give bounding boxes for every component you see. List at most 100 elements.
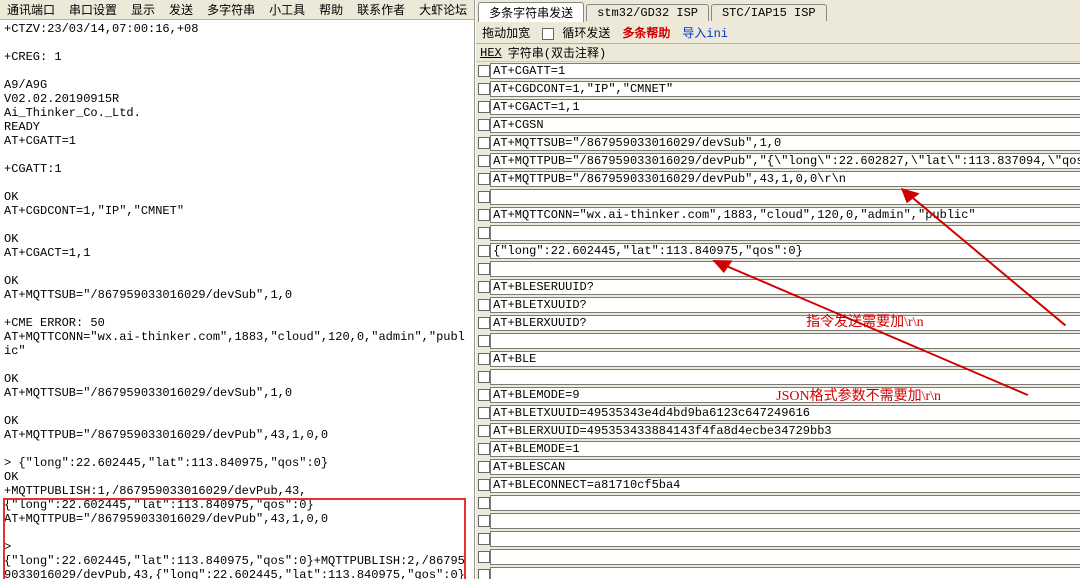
command-row: AT+BLETXUUID=49535343e4d4bd9ba6123c64724… <box>478 404 1080 422</box>
row-input[interactable] <box>490 369 1080 385</box>
menu-item[interactable]: 帮助 <box>314 1 348 18</box>
command-row: AT+CGATT=1 <box>478 62 1080 80</box>
outer-tab[interactable]: stm32/GD32 ISP <box>586 4 709 21</box>
row-input[interactable]: AT+BLEMODE=1 <box>490 441 1080 457</box>
row-checkbox[interactable] <box>478 443 490 455</box>
row-input[interactable]: {"long":22.602445,"lat":113.840975,"qos"… <box>490 243 1080 259</box>
dragwide-label: 拖动加宽 <box>482 24 530 41</box>
row-checkbox[interactable] <box>478 245 490 257</box>
menu-item[interactable]: 通讯端口 <box>2 1 60 18</box>
row-checkbox[interactable] <box>478 101 490 113</box>
right-pane: 多条字符串发送stm32/GD32 ISPSTC/IAP15 ISP 拖动加宽 … <box>475 0 1080 579</box>
row-checkbox[interactable] <box>478 515 490 527</box>
row-input[interactable]: AT+BLECONNECT=a81710cf5ba4 <box>490 477 1080 493</box>
row-input[interactable]: AT+BLETXUUID? <box>490 297 1080 313</box>
row-checkbox[interactable] <box>478 371 490 383</box>
row-input[interactable]: AT+BLERXUUID=495353433884143f4fa8d4ecbe3… <box>490 423 1080 439</box>
row-input[interactable]: AT+BLESERUUID? <box>490 279 1080 295</box>
menu-item[interactable]: 大虾论坛 <box>414 1 472 18</box>
row-input[interactable] <box>490 549 1080 565</box>
menu-item[interactable]: 显示 <box>126 1 160 18</box>
outer-tab[interactable]: STC/IAP15 ISP <box>711 4 827 21</box>
import-ini-link[interactable]: 导入ini <box>682 24 728 41</box>
row-input[interactable]: AT+MQTTPUB="/867959033016029/devPub",43,… <box>490 171 1080 187</box>
row-checkbox[interactable] <box>478 533 490 545</box>
row-input[interactable]: AT+BLERXUUID? <box>490 315 1080 331</box>
command-row: AT+MQTTCONN="wx.ai-thinker.com",1883,"cl… <box>478 206 1080 224</box>
row-input[interactable] <box>490 333 1080 349</box>
header-row: HEX 字符串(双击注释) 点 <box>476 44 1080 62</box>
row-checkbox[interactable] <box>478 569 490 579</box>
row-input[interactable]: AT+CGATT=1 <box>490 63 1080 79</box>
row-checkbox[interactable] <box>478 209 490 221</box>
menu-item[interactable]: 小工具 <box>264 1 310 18</box>
row-checkbox[interactable] <box>478 389 490 401</box>
row-checkbox[interactable] <box>478 425 490 437</box>
command-row <box>478 188 1080 206</box>
command-row <box>478 566 1080 579</box>
row-checkbox[interactable] <box>478 353 490 365</box>
row-checkbox[interactable] <box>478 497 490 509</box>
row-checkbox[interactable] <box>478 407 490 419</box>
multi-help-link[interactable]: 多条帮助 <box>622 24 670 41</box>
menu-item[interactable]: 串口设置 <box>64 1 122 18</box>
command-row: AT+BLERXUUID=495353433884143f4fa8d4ecbe3… <box>478 422 1080 440</box>
row-input[interactable]: AT+MQTTCONN="wx.ai-thinker.com",1883,"cl… <box>490 207 1080 223</box>
row-input[interactable]: AT+MQTTSUB="/867959033016029/devSub",1,0 <box>490 135 1080 151</box>
command-row <box>478 494 1080 512</box>
row-input[interactable] <box>490 531 1080 547</box>
row-input[interactable]: AT+BLETXUUID=49535343e4d4bd9ba6123c64724… <box>490 405 1080 421</box>
row-checkbox[interactable] <box>478 299 490 311</box>
command-row: AT+BLECONNECT=a81710cf5ba4 <box>478 476 1080 494</box>
command-row: AT+CGDCONT=1,"IP","CMNET" <box>478 80 1080 98</box>
menu-item[interactable]: 联系作者 <box>352 1 410 18</box>
row-checkbox[interactable] <box>478 227 490 239</box>
row-input[interactable] <box>490 225 1080 241</box>
outer-tab[interactable]: 多条字符串发送 <box>478 2 584 22</box>
command-row: AT+BLE <box>478 350 1080 368</box>
command-row <box>478 224 1080 242</box>
row-checkbox[interactable] <box>478 137 490 149</box>
row-checkbox[interactable] <box>478 155 490 167</box>
row-checkbox[interactable] <box>478 191 490 203</box>
loop-send-option[interactable]: 循环发送 <box>542 24 610 41</box>
hex-column-label: HEX <box>480 46 502 60</box>
row-input[interactable]: AT+CGACT=1,1 <box>490 99 1080 115</box>
row-input[interactable]: AT+CGDCONT=1,"IP","CMNET" <box>490 81 1080 97</box>
row-checkbox[interactable] <box>478 551 490 563</box>
row-checkbox[interactable] <box>478 335 490 347</box>
row-checkbox[interactable] <box>478 263 490 275</box>
row-input[interactable]: AT+BLE <box>490 351 1080 367</box>
row-input[interactable] <box>490 261 1080 277</box>
menu-item[interactable]: 发送 <box>164 1 198 18</box>
row-input[interactable] <box>490 567 1080 579</box>
row-input[interactable]: AT+BLEMODE=9 <box>490 387 1080 403</box>
command-row: AT+BLEMODE=9 <box>478 386 1080 404</box>
toolbar: 拖动加宽 循环发送 多条帮助 导入ini <box>476 22 1080 44</box>
row-checkbox[interactable] <box>478 461 490 473</box>
row-input[interactable]: AT+BLESCAN <box>490 459 1080 475</box>
command-row: AT+CGSN <box>478 116 1080 134</box>
row-input[interactable]: AT+CGSN <box>490 117 1080 133</box>
command-row: AT+BLETXUUID? <box>478 296 1080 314</box>
command-row <box>478 530 1080 548</box>
row-checkbox[interactable] <box>478 119 490 131</box>
string-column-label: 字符串(双击注释) <box>508 44 606 61</box>
row-checkbox[interactable] <box>478 173 490 185</box>
terminal-output: +CTZV:23/03/14,07:00:16,+08 +CREG: 1 A9/… <box>0 20 474 579</box>
row-checkbox[interactable] <box>478 317 490 329</box>
row-input[interactable] <box>490 513 1080 529</box>
command-row <box>478 548 1080 566</box>
row-input[interactable] <box>490 495 1080 511</box>
row-checkbox[interactable] <box>478 65 490 77</box>
row-input[interactable]: AT+MQTTPUB="/867959033016029/devPub","{\… <box>490 153 1080 169</box>
menu-item[interactable]: 多字符串 <box>202 1 260 18</box>
command-rows: AT+CGATT=1 AT+CGDCONT=1,"IP","CMNET" AT+CG… <box>476 62 1080 579</box>
row-checkbox[interactable] <box>478 83 490 95</box>
command-row: {"long":22.602445,"lat":113.840975,"qos"… <box>478 242 1080 260</box>
row-checkbox[interactable] <box>478 281 490 293</box>
row-checkbox[interactable] <box>478 479 490 491</box>
loop-send-checkbox[interactable] <box>542 28 554 40</box>
left-pane: 通讯端口串口设置显示发送多字符串小工具帮助联系作者大虾论坛 +CTZV:23/0… <box>0 0 475 579</box>
row-input[interactable] <box>490 189 1080 205</box>
